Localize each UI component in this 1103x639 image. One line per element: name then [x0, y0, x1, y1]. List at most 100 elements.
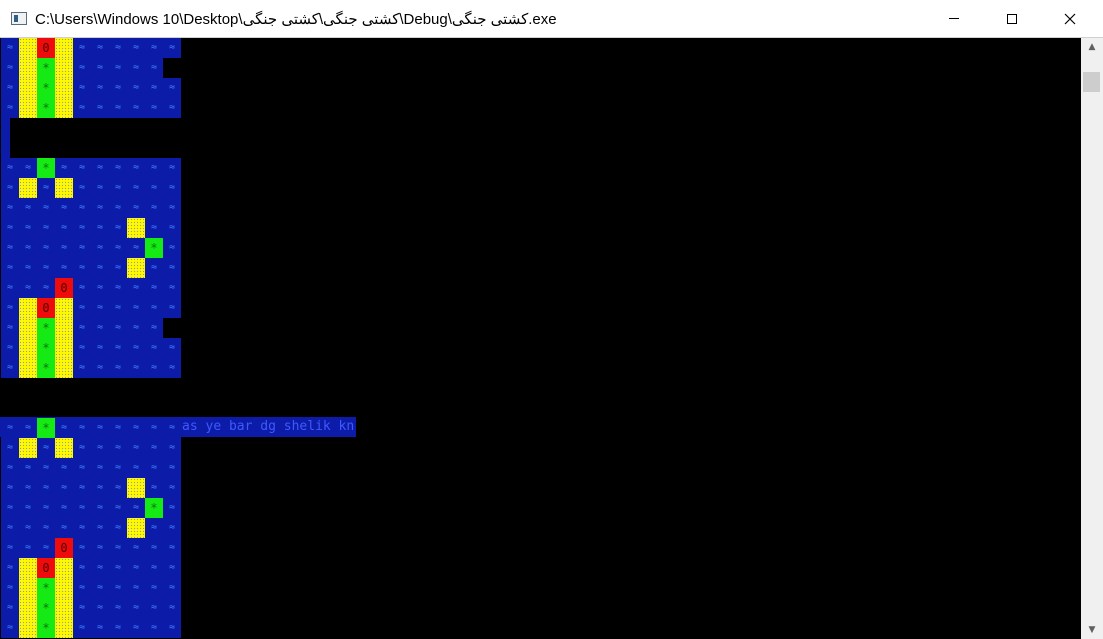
- minimize-icon: [949, 18, 959, 19]
- water-cell: ≈: [55, 478, 73, 498]
- water-cell: ≈: [1, 178, 19, 198]
- water-cell: ≈: [145, 438, 163, 458]
- board-row: ≈ * ≈ ≈ ≈ ≈ ≈ ≈: [1, 578, 181, 598]
- water-cell: ≈: [1, 578, 19, 598]
- water-cell: ≈: [73, 458, 91, 478]
- water-cell: ≈: [145, 478, 163, 498]
- maximize-icon: [1007, 13, 1017, 24]
- water-cell: ≈: [163, 178, 181, 198]
- water-cell: ≈: [109, 98, 127, 118]
- water-cell: ≈: [163, 578, 181, 598]
- ship-cell: [55, 98, 73, 118]
- board-row: ≈ * ≈ ≈ ≈ ≈ ≈: [1, 318, 181, 338]
- water-cell: ≈: [1, 318, 19, 338]
- ship-cell: [19, 318, 37, 338]
- water-cell: ≈: [73, 438, 91, 458]
- water-cell: ≈: [37, 258, 55, 278]
- water-cell: ≈: [163, 518, 181, 538]
- water-cell: ≈: [37, 178, 55, 198]
- water-cell: ≈: [1, 38, 19, 58]
- water-cell: ≈: [73, 558, 91, 578]
- water-cell: ≈: [127, 338, 145, 358]
- water-cell: ≈: [73, 198, 91, 218]
- water-cell: ≈: [163, 78, 181, 98]
- water-cell: ≈: [55, 458, 73, 478]
- scroll-thumb[interactable]: [1083, 72, 1100, 92]
- hit-cell: *: [37, 598, 55, 618]
- console-app-icon[interactable]: [11, 12, 27, 25]
- water-cell: ≈: [73, 238, 91, 258]
- miss-cell: 0: [55, 278, 73, 298]
- water-cell: ≈: [109, 238, 127, 258]
- water-cell: ≈: [109, 518, 127, 538]
- water-cell: ≈: [145, 58, 163, 78]
- ship-cell: [55, 558, 73, 578]
- water-cell: ≈: [37, 218, 55, 238]
- ship-cell: [55, 298, 73, 318]
- ship-cell: [55, 58, 73, 78]
- water-cell: ≈: [109, 358, 127, 378]
- water-cell: ≈: [127, 278, 145, 298]
- maximize-button[interactable]: [989, 0, 1035, 37]
- miss-cell: 0: [37, 38, 55, 58]
- scroll-up-arrow-icon[interactable]: ▲: [1081, 38, 1103, 56]
- ship-cell: [55, 78, 73, 98]
- close-button[interactable]: [1047, 0, 1093, 37]
- ship-cell: [55, 178, 73, 198]
- minimize-button[interactable]: [931, 0, 977, 37]
- water-cell: ≈: [163, 538, 181, 558]
- ship-cell: [55, 318, 73, 338]
- water-cell: ≈: [73, 538, 91, 558]
- water-cell: ≈: [91, 618, 109, 638]
- ship-cell: [19, 578, 37, 598]
- water-cell: ≈: [1, 478, 19, 498]
- board-row: ≈ ≈ ≈ ≈ ≈ ≈ ≈ ≈: [1, 178, 181, 198]
- water-cell: ≈: [19, 198, 37, 218]
- water-cell: ≈: [145, 418, 163, 438]
- water-cell: ≈: [1, 538, 19, 558]
- water-cell: ≈: [91, 438, 109, 458]
- water-cell: ≈: [1, 598, 19, 618]
- hit-cell: *: [37, 78, 55, 98]
- board-row: ≈ * ≈ ≈ ≈ ≈ ≈ ≈: [1, 598, 181, 618]
- water-cell: ≈: [55, 258, 73, 278]
- scroll-down-arrow-icon[interactable]: ▼: [1081, 621, 1103, 639]
- water-cell: ≈: [1, 618, 19, 638]
- water-cell: ≈: [145, 78, 163, 98]
- water-cell: ≈: [145, 178, 163, 198]
- water-cell: ≈: [19, 258, 37, 278]
- hit-cell: *: [37, 578, 55, 598]
- water-cell: ≈: [37, 538, 55, 558]
- water-cell: ≈: [1, 218, 19, 238]
- water-cell: ≈: [1, 78, 19, 98]
- ship-cell: [19, 298, 37, 318]
- water-cell: ≈: [91, 238, 109, 258]
- vertical-scrollbar[interactable]: ▲ ▼: [1081, 38, 1103, 639]
- water-cell: ≈: [145, 338, 163, 358]
- ship-cell: [19, 558, 37, 578]
- blue-cursor-strip: [1, 118, 10, 158]
- water-cell: ≈: [1, 258, 19, 278]
- water-cell: ≈: [163, 278, 181, 298]
- ship-cell: [19, 598, 37, 618]
- water-cell: ≈: [37, 478, 55, 498]
- water-cell: ≈: [145, 578, 163, 598]
- ship-cell: [55, 618, 73, 638]
- board-row: ≈ ≈ ≈ ≈ ≈ ≈ ≈ ≈: [1, 438, 181, 458]
- water-cell: ≈: [163, 418, 181, 438]
- water-cell: ≈: [1, 338, 19, 358]
- water-cell: ≈: [127, 238, 145, 258]
- ship-cell: [55, 438, 73, 458]
- console-output: ≈0 ≈ ≈ ≈ ≈ ≈ ≈ ≈ * ≈ ≈ ≈ ≈ ≈ ≈ * ≈ ≈ ≈ ≈ ≈ ≈ ≈ * ≈ ≈ ≈ ≈ ≈ ≈ ≈ ≈ * ≈ ≈ ≈ ≈ ≈…: [0, 38, 1081, 639]
- water-cell: ≈: [91, 278, 109, 298]
- board-row: ≈ ≈ ≈0 ≈ ≈ ≈ ≈ ≈ ≈: [1, 278, 181, 298]
- water-cell: ≈: [145, 558, 163, 578]
- ship-cell: [19, 38, 37, 58]
- water-cell: ≈: [73, 158, 91, 178]
- water-cell: ≈: [145, 458, 163, 478]
- water-cell: ≈: [73, 338, 91, 358]
- water-cell: ≈: [73, 38, 91, 58]
- ship-cell: [19, 58, 37, 78]
- miss-cell: 0: [55, 538, 73, 558]
- water-cell: ≈: [109, 158, 127, 178]
